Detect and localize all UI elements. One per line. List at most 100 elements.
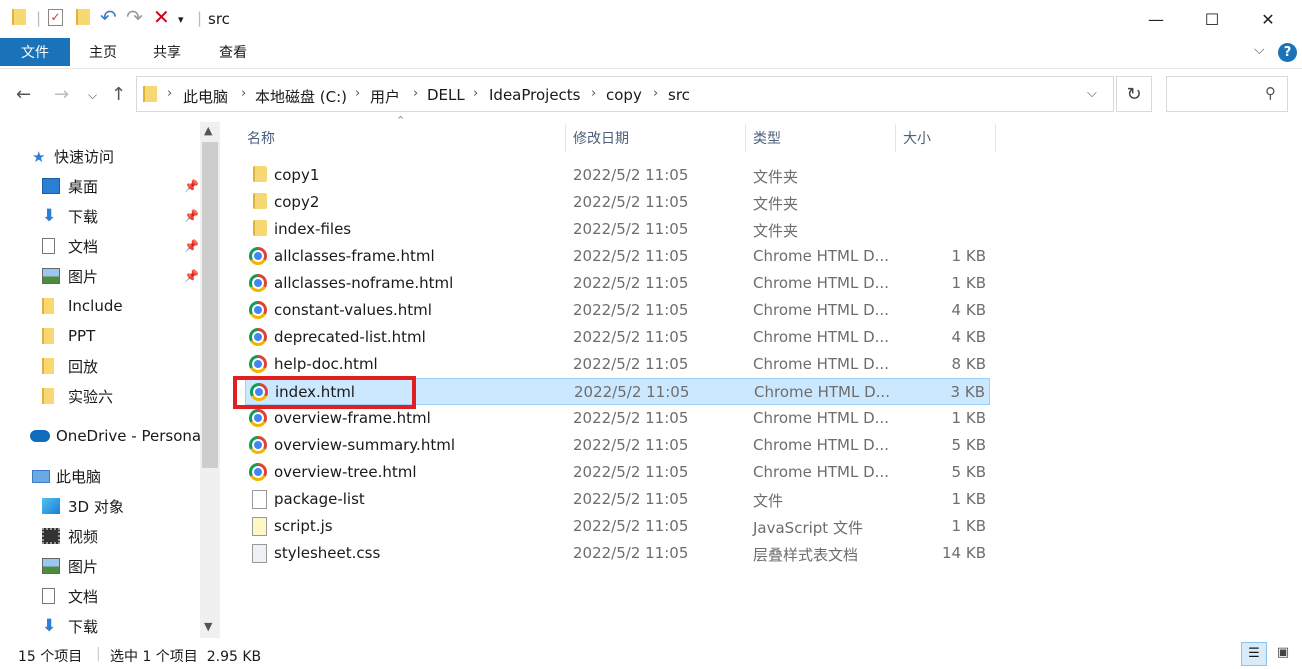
- table-row[interactable]: constant-values.html 2022/5/2 11:05 Chro…: [245, 297, 990, 324]
- file-type: Chrome HTML D...: [753, 301, 889, 319]
- tab-home[interactable]: 主页: [72, 38, 134, 66]
- sidebar-item-downloads[interactable]: ⬇ 下载: [42, 201, 98, 231]
- separator: |: [96, 646, 101, 662]
- file-type: 文件夹: [753, 222, 799, 240]
- column-divider[interactable]: [895, 124, 896, 152]
- tab-share[interactable]: 共享: [136, 38, 198, 66]
- file-name: constant-values.html: [274, 301, 432, 319]
- file-date: 2022/5/2 11:05: [573, 247, 689, 265]
- forward-icon[interactable]: →: [54, 84, 69, 105]
- sidebar-item-onedrive[interactable]: OneDrive - Personal: [30, 421, 205, 451]
- window-title: src: [208, 10, 230, 28]
- breadcrumb-users[interactable]: 用户: [370, 86, 400, 107]
- ribbon-expand-icon[interactable]: ⌵: [1254, 42, 1265, 58]
- address-dropdown-icon[interactable]: ⌵: [1087, 86, 1097, 101]
- title-bar: | ✓ ↶ ↷ ✕ ▾ | src — ☐ ✕: [0, 0, 1302, 38]
- column-header-name[interactable]: 名称: [247, 124, 275, 152]
- help-icon[interactable]: ?: [1278, 43, 1297, 62]
- chevron-right-icon[interactable]: ›: [653, 86, 658, 101]
- back-icon[interactable]: ←: [16, 84, 31, 105]
- sidebar-item-ppt[interactable]: PPT: [42, 321, 95, 351]
- breadcrumb-src[interactable]: src: [668, 86, 690, 104]
- undo-icon[interactable]: ↶: [100, 5, 117, 29]
- file-date: 2022/5/2 11:05: [573, 193, 689, 211]
- table-row[interactable]: copy2 2022/5/2 11:05 文件夹: [245, 189, 990, 216]
- table-row[interactable]: index-files 2022/5/2 11:05 文件夹: [245, 216, 990, 243]
- customize-quick-access-icon[interactable]: ▾: [178, 13, 184, 26]
- table-row[interactable]: copy1 2022/5/2 11:05 文件夹: [245, 162, 990, 189]
- pin-icon[interactable]: 📌: [184, 239, 199, 253]
- chevron-right-icon[interactable]: ›: [591, 86, 596, 101]
- file-name: copy1: [274, 166, 320, 184]
- details-view-icon[interactable]: ☰: [1241, 642, 1267, 666]
- table-row[interactable]: package-list 2022/5/2 11:05 文件 1 KB: [245, 486, 990, 513]
- table-row[interactable]: help-doc.html 2022/5/2 11:05 Chrome HTML…: [245, 351, 990, 378]
- breadcrumb-dell[interactable]: DELL: [427, 86, 465, 104]
- sidebar-item-desktop[interactable]: 桌面: [42, 171, 98, 201]
- minimize-button[interactable]: —: [1128, 0, 1184, 38]
- sidebar-item-include[interactable]: Include: [42, 291, 123, 321]
- sidebar-item-pictures[interactable]: 图片: [42, 261, 98, 291]
- search-input[interactable]: ⚲: [1166, 76, 1288, 112]
- delete-icon[interactable]: ✕: [153, 5, 170, 29]
- file-date: 2022/5/2 11:05: [573, 274, 689, 292]
- table-row[interactable]: stylesheet.css 2022/5/2 11:05 层叠样式表文档 14…: [245, 540, 990, 567]
- scroll-up-icon[interactable]: ▲: [204, 124, 212, 137]
- properties-icon[interactable]: ✓: [48, 9, 63, 26]
- sidebar-item-videos[interactable]: 视频: [42, 521, 98, 551]
- annotation-highlight-box: [233, 376, 416, 409]
- sidebar-item-3d-objects[interactable]: 3D 对象: [42, 491, 124, 521]
- column-header-date[interactable]: 修改日期: [573, 124, 629, 152]
- table-row[interactable]: overview-tree.html 2022/5/2 11:05 Chrome…: [245, 459, 990, 486]
- table-row[interactable]: overview-summary.html 2022/5/2 11:05 Chr…: [245, 432, 990, 459]
- table-row[interactable]: deprecated-list.html 2022/5/2 11:05 Chro…: [245, 324, 990, 351]
- column-header-type[interactable]: 类型: [753, 124, 781, 152]
- sidebar-item-playback[interactable]: 回放: [42, 351, 98, 381]
- recent-locations-icon[interactable]: ⌵: [88, 88, 97, 103]
- chevron-right-icon[interactable]: ›: [167, 86, 172, 101]
- file-type: Chrome HTML D...: [754, 383, 890, 401]
- large-icons-view-icon[interactable]: ▣: [1272, 642, 1294, 666]
- close-button[interactable]: ✕: [1240, 0, 1296, 38]
- breadcrumb-copy[interactable]: copy: [606, 86, 642, 104]
- sidebar-item-documents[interactable]: 文档: [42, 231, 98, 261]
- sidebar-item-label: PPT: [68, 327, 96, 345]
- breadcrumb-local-disk[interactable]: 本地磁盘 (C:): [255, 86, 347, 107]
- refresh-button[interactable]: ↻: [1116, 76, 1152, 112]
- chevron-right-icon[interactable]: ›: [241, 86, 246, 101]
- table-row[interactable]: overview-frame.html 2022/5/2 11:05 Chrom…: [245, 405, 990, 432]
- sidebar-item-this-pc[interactable]: 此电脑: [32, 461, 101, 491]
- tab-view[interactable]: 查看: [202, 38, 264, 66]
- address-bar[interactable]: › 此电脑 › 本地磁盘 (C:) › 用户 › DELL › IdeaProj…: [136, 76, 1114, 112]
- table-row[interactable]: allclasses-noframe.html 2022/5/2 11:05 C…: [245, 270, 990, 297]
- table-row[interactable]: script.js 2022/5/2 11:05 JavaScript 文件 1…: [245, 513, 990, 540]
- star-icon: ★: [32, 148, 46, 166]
- pin-icon[interactable]: 📌: [184, 269, 199, 283]
- breadcrumb-this-pc[interactable]: 此电脑: [183, 86, 228, 107]
- column-divider[interactable]: [565, 124, 566, 152]
- file-name: index-files: [274, 220, 352, 238]
- chevron-right-icon[interactable]: ›: [413, 86, 418, 101]
- column-divider[interactable]: [995, 124, 996, 152]
- chevron-right-icon[interactable]: ›: [473, 86, 478, 101]
- column-header-size[interactable]: 大小: [903, 124, 931, 152]
- pin-icon[interactable]: 📌: [184, 179, 199, 193]
- pin-icon[interactable]: 📌: [184, 209, 199, 223]
- sidebar-item-pc-pictures[interactable]: 图片: [42, 551, 98, 581]
- redo-icon[interactable]: ↷: [126, 5, 143, 29]
- sidebar-scroll-thumb[interactable]: [202, 142, 218, 468]
- sidebar-item-lab-six[interactable]: 实验六: [42, 381, 113, 411]
- file-name: allclasses-noframe.html: [274, 274, 454, 292]
- up-icon[interactable]: ↑: [111, 84, 126, 105]
- table-row[interactable]: allclasses-frame.html 2022/5/2 11:05 Chr…: [245, 243, 990, 270]
- tab-file[interactable]: 文件: [0, 38, 70, 66]
- sidebar-item-pc-downloads[interactable]: ⬇ 下载: [42, 611, 98, 641]
- scroll-down-icon[interactable]: ▼: [204, 620, 212, 633]
- new-folder-icon[interactable]: [76, 9, 90, 25]
- maximize-button[interactable]: ☐: [1184, 0, 1240, 38]
- sidebar-item-quick-access[interactable]: ★ 快速访问: [32, 141, 114, 171]
- chevron-right-icon[interactable]: ›: [355, 86, 360, 101]
- breadcrumb-ideaprojects[interactable]: IdeaProjects: [489, 86, 581, 104]
- column-divider[interactable]: [745, 124, 746, 152]
- sidebar-item-pc-documents[interactable]: 文档: [42, 581, 98, 611]
